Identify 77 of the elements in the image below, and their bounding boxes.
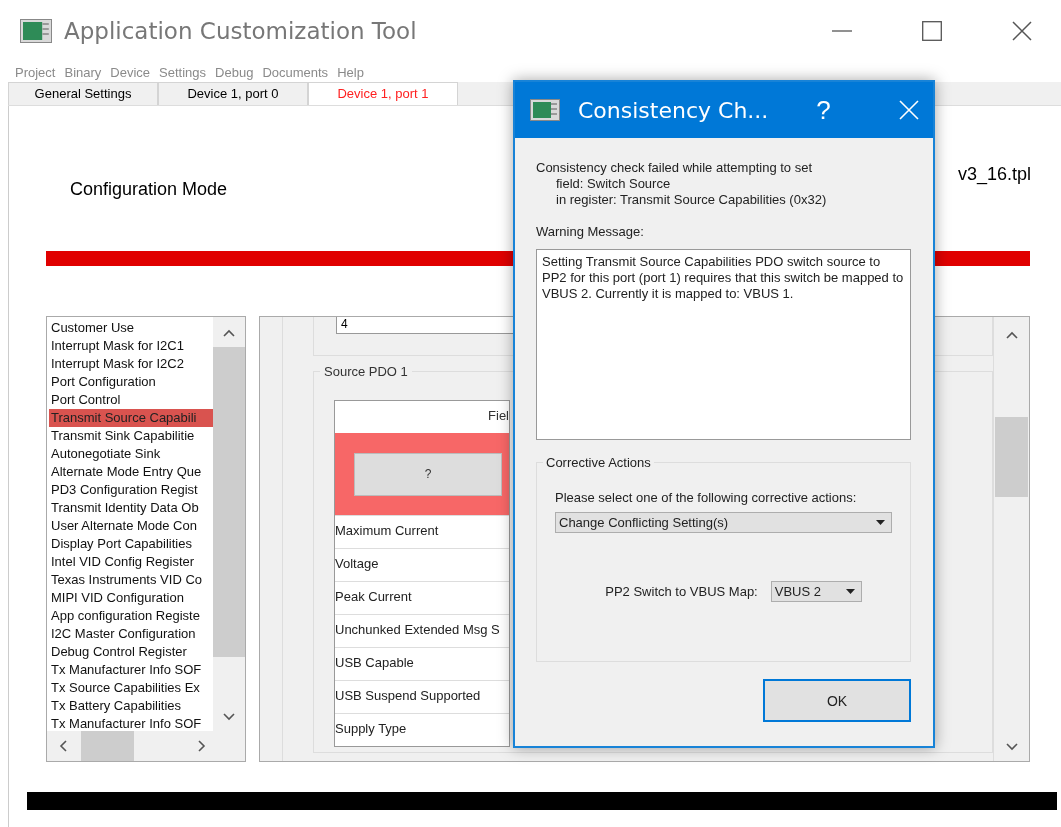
- message-text: in register: Transmit Source Capabilities (0x32): [555, 192, 828, 208]
- file-name: v3_16.tpl: [957, 164, 1031, 185]
- list-item[interactable]: Texas Instruments VID Co: [49, 571, 213, 589]
- menu-item[interactable]: Project: [15, 64, 56, 80]
- table-cell: Unchunked Extended Msg S: [335, 614, 509, 647]
- action-dropdown[interactable]: Change Conflicting Setting(s): [555, 512, 892, 533]
- list-item[interactable]: Alternate Mode Entry Que: [49, 463, 213, 481]
- menu-item[interactable]: Help: [337, 64, 364, 80]
- chevron-up-icon[interactable]: [1005, 331, 1018, 339]
- menu-item[interactable]: Debug: [215, 64, 254, 80]
- list-item[interactable]: Tx Manufacturer Info SOF: [49, 715, 213, 731]
- table-cell: Supply Type: [335, 713, 509, 746]
- list-item[interactable]: Autonegotiate Sink: [49, 445, 213, 463]
- menu-item[interactable]: Device: [110, 64, 151, 80]
- list-item[interactable]: I2C Master Configuration: [49, 625, 213, 643]
- message-text: Consistency check failed while attempting to set: [536, 160, 814, 176]
- chevron-left-icon[interactable]: [59, 740, 67, 752]
- list-item[interactable]: Transmit Identity Data Ob: [49, 499, 213, 517]
- chevron-down-icon[interactable]: [223, 713, 235, 721]
- message-text: field: Switch Source: [555, 176, 672, 192]
- table-cell: Voltage: [335, 548, 509, 581]
- list-item[interactable]: Customer Use: [49, 319, 213, 337]
- menu-item[interactable]: Documents: [262, 64, 329, 80]
- window-title: Application Customization Tool: [64, 18, 417, 44]
- list-item[interactable]: Transmit Source Capabili: [49, 409, 213, 427]
- app-icon: [530, 99, 560, 121]
- table-cell: Maximum Current: [335, 515, 509, 548]
- field-label: Warning Message:: [536, 224, 645, 239]
- warning-text-box: Setting Transmit Source Capabilities PDO switch source to PP2 for this port (port 1) requires that this switch be mapped to VBUS 2. Currently it is mapped to: VBUS 1.: [536, 249, 911, 440]
- group-title: Corrective Actions: [543, 455, 654, 470]
- dropdown-caret-icon: [876, 520, 885, 525]
- help-button[interactable]: ?: [354, 452, 502, 496]
- list-item[interactable]: Interrupt Mask for I2C2: [49, 355, 213, 373]
- menu-item[interactable]: Settings: [159, 64, 207, 80]
- help-button[interactable]: ?: [816, 94, 831, 126]
- chevron-up-icon[interactable]: [223, 329, 235, 337]
- list-item[interactable]: Tx Battery Capabilities: [49, 697, 213, 715]
- list-item[interactable]: Transmit Sink Capabilitie: [49, 427, 213, 445]
- field-label: PP2 Switch to VBUS Map:: [605, 584, 758, 599]
- list-item[interactable]: Display Port Capabilities: [49, 535, 213, 553]
- table-cell: USB Capable: [335, 647, 509, 680]
- dialog-title: Consistency Ch...: [578, 97, 769, 123]
- group-title: Source PDO 1: [320, 364, 412, 379]
- scrollbar-thumb[interactable]: [213, 347, 245, 657]
- column-header: Fiel: [487, 407, 509, 425]
- close-icon[interactable]: [1012, 21, 1032, 41]
- scrollbar-thumb[interactable]: [81, 731, 134, 761]
- maximize-icon[interactable]: [922, 21, 942, 41]
- tab[interactable]: General Settings: [8, 82, 158, 105]
- scrollbar[interactable]: [993, 317, 1029, 761]
- list-item[interactable]: PD3 Configuration Regist: [49, 481, 213, 499]
- scrollbar-thumb[interactable]: [995, 417, 1028, 497]
- list-item[interactable]: Tx Manufacturer Info SOF: [49, 661, 213, 679]
- list-item[interactable]: Tx Source Capabilities Ex: [49, 679, 213, 697]
- list-item[interactable]: Port Configuration: [49, 373, 213, 391]
- scrollbar[interactable]: [47, 731, 245, 761]
- list-item[interactable]: User Alternate Mode Con: [49, 517, 213, 535]
- list-item[interactable]: MIPI VID Configuration: [49, 589, 213, 607]
- ok-button[interactable]: OK: [763, 679, 911, 722]
- tab[interactable]: Device 1, port 1: [308, 82, 458, 105]
- chevron-down-icon[interactable]: [1005, 743, 1018, 751]
- table-cell: Peak Current: [335, 581, 509, 614]
- list-item[interactable]: Interrupt Mask for I2C1: [49, 337, 213, 355]
- menu-item[interactable]: Binary: [64, 64, 102, 80]
- list-item[interactable]: Intel VID Config Register: [49, 553, 213, 571]
- app-icon: [20, 19, 52, 43]
- vbus-dropdown[interactable]: VBUS 2: [770, 581, 862, 602]
- list-item[interactable]: App configuration Registe: [49, 607, 213, 625]
- list-item[interactable]: Port Control: [49, 391, 213, 409]
- chevron-right-icon[interactable]: [198, 740, 206, 752]
- scrollbar[interactable]: [213, 317, 245, 731]
- page-heading: Configuration Mode: [70, 179, 228, 200]
- prompt-text: Please select one of the following corrective actions:: [555, 490, 858, 506]
- table-cell: USB Suspend Supported: [335, 680, 509, 713]
- tab[interactable]: Device 1, port 0: [158, 82, 308, 105]
- dropdown-caret-icon: [845, 589, 855, 594]
- list-item[interactable]: Debug Control Register: [49, 643, 213, 661]
